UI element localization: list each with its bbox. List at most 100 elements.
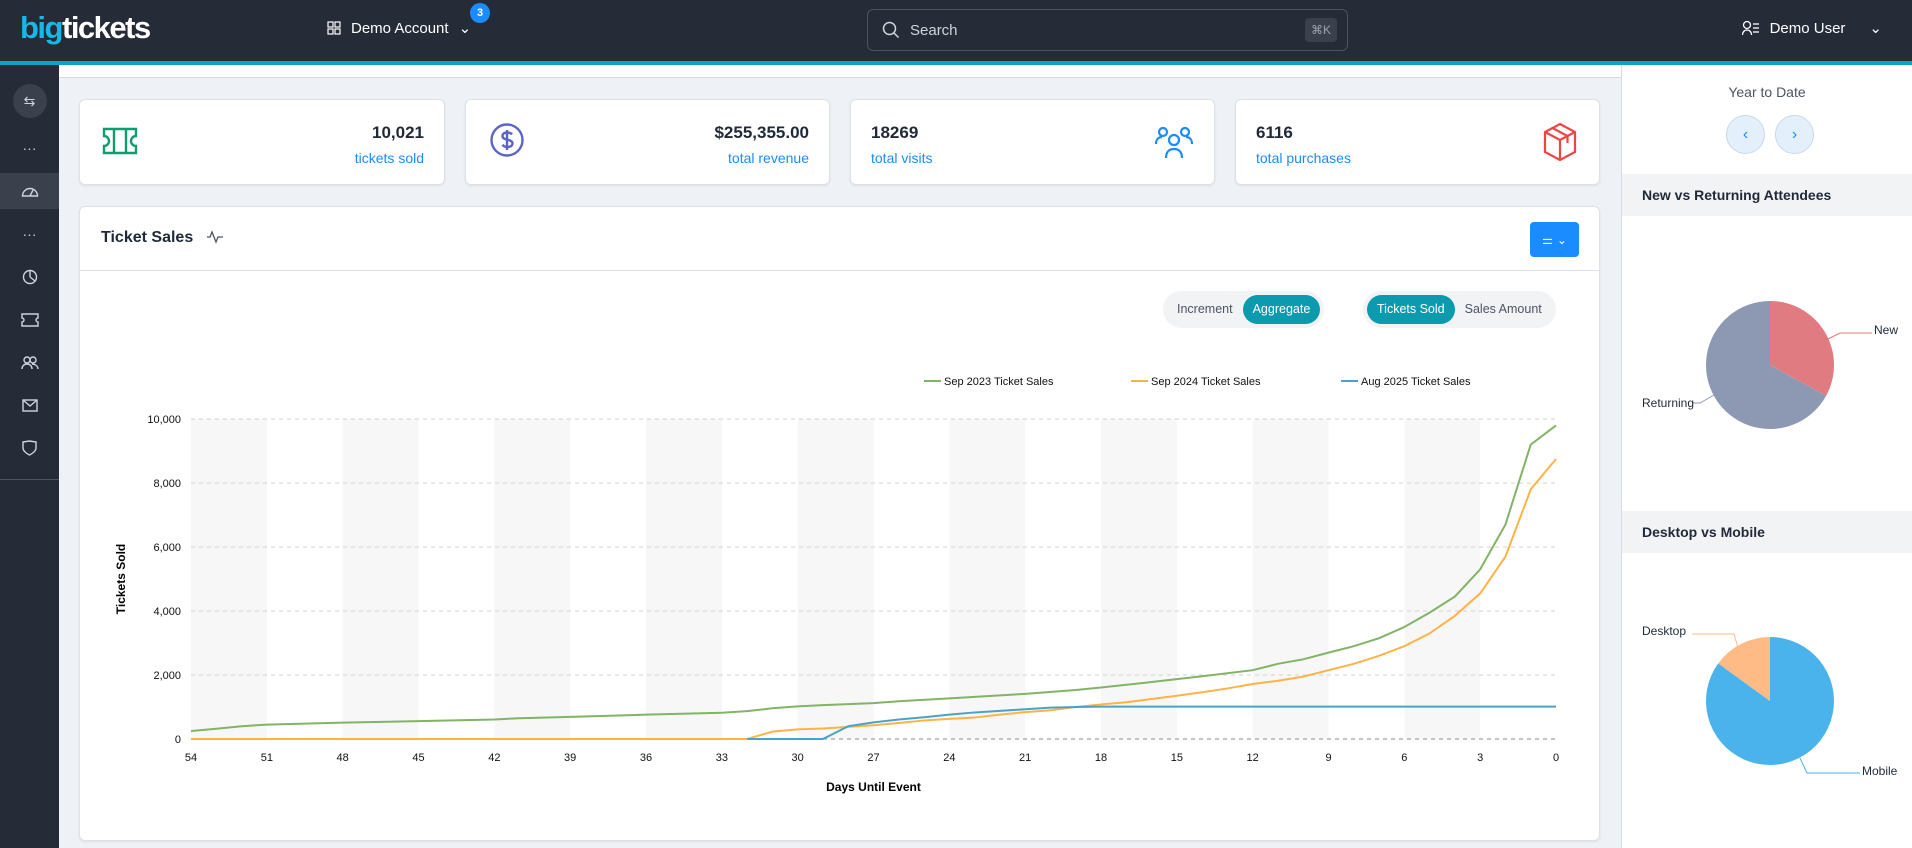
stat-label[interactable]: total revenue [728, 150, 809, 166]
sidebar-item-dashboard[interactable] [0, 173, 59, 209]
chart-band [797, 419, 874, 739]
ticket-sales-title: Ticket Sales [101, 229, 224, 247]
x-tick-label: 33 [716, 752, 728, 764]
toggle-sales-amount[interactable]: Sales Amount [1455, 295, 1552, 324]
logo[interactable]: bigtickets [20, 10, 151, 46]
ticket-icon [102, 127, 138, 155]
swap-icon: ⇆ [12, 84, 47, 118]
x-tick-label: 45 [412, 752, 424, 764]
top-strip [59, 65, 1621, 78]
x-tick-label: 12 [1247, 752, 1259, 764]
sidebar-more[interactable]: ··· [0, 216, 59, 252]
x-tick-label: 39 [564, 752, 576, 764]
activity-icon [206, 230, 223, 244]
y-tick-label: 0 [175, 734, 181, 746]
ticket-icon [20, 313, 39, 327]
mail-icon [21, 398, 38, 412]
y-axis-label: Tickets Sold [114, 544, 128, 614]
chart-band [1404, 419, 1481, 739]
legend-label: Sep 2023 Ticket Sales [944, 376, 1054, 388]
title-text: Ticket Sales [101, 229, 194, 246]
series-line [747, 705, 1556, 740]
x-tick-label: 30 [792, 752, 804, 764]
stat-value: 18269 [871, 123, 919, 142]
chevron-down-icon: ⌄ [1869, 20, 1882, 37]
stat-card-purchases: 6116 total purchases [1235, 99, 1600, 185]
stat-value: 10,021 [372, 123, 424, 142]
stat-card-visits: 18269 total visits [850, 99, 1215, 185]
x-tick-label: 36 [640, 752, 652, 764]
y-tick-label: 4,000 [153, 606, 181, 618]
users-icon [1154, 126, 1194, 159]
series-line [191, 458, 1557, 740]
x-tick-label: 54 [185, 752, 197, 764]
account-switcher[interactable]: Demo Account ⌄ [327, 19, 471, 37]
stat-label[interactable]: total visits [871, 150, 932, 166]
toggle-increment[interactable]: Increment [1167, 295, 1243, 324]
series-line [190, 424, 1557, 732]
pie-charts [1692, 301, 1872, 774]
leader-line [1692, 633, 1739, 649]
x-tick-label: 18 [1095, 752, 1107, 764]
sidebar-item-users[interactable] [0, 345, 59, 381]
leader-line [1692, 394, 1715, 404]
notification-badge[interactable]: 3 [470, 3, 490, 23]
user-name: Demo User [1769, 19, 1846, 37]
search-shortcut: ⌘K [1304, 18, 1337, 42]
users-icon [20, 356, 39, 370]
toggle-tickets-sold[interactable]: Tickets Sold [1367, 295, 1455, 324]
x-tick-label: 9 [1325, 752, 1331, 764]
metric-toggle: Tickets Sold Sales Amount [1363, 291, 1556, 328]
ticket-sales-header: Ticket Sales ⚌ ⌄ [80, 207, 1599, 271]
chart-band [646, 419, 722, 739]
sidebar-item-mail[interactable] [0, 387, 59, 423]
stat-value: 6116 [1256, 123, 1293, 142]
x-tick-label: 21 [1019, 752, 1031, 764]
search-icon [882, 21, 900, 39]
dollar-icon [490, 123, 524, 157]
sidebar-item-security[interactable] [0, 430, 59, 466]
pie-label-returning: Returning [1642, 396, 1695, 410]
logo-tickets: tickets [62, 10, 151, 45]
x-tick-label: 3 [1477, 752, 1483, 764]
chart-band [949, 419, 1026, 739]
legend-label: Aug 2025 Ticket Sales [1361, 376, 1471, 388]
chart-pie-icon [22, 269, 37, 285]
search-input[interactable]: Search ⌘K [867, 9, 1348, 51]
chart-band [342, 419, 419, 739]
search-placeholder: Search [910, 21, 958, 39]
chart-band [494, 419, 571, 739]
x-tick-label: 24 [943, 752, 955, 764]
y-tick-label: 6,000 [153, 542, 181, 554]
account-name: Demo Account [351, 19, 449, 37]
y-tick-label: 8,000 [153, 478, 181, 490]
sidebar: ⇆ ··· ··· [0, 65, 59, 848]
right-panel: Year to Date ‹ › New vs Returning Attend… [1621, 65, 1912, 848]
x-tick-label: 51 [261, 752, 273, 764]
sliders-icon: ⚌ [1542, 232, 1553, 247]
x-tick-label: 15 [1171, 752, 1183, 764]
toggle-aggregate[interactable]: Aggregate [1242, 295, 1321, 324]
pie-label-desktop: Desktop [1642, 624, 1687, 638]
x-tick-label: 48 [337, 752, 349, 764]
sidebar-item-tickets[interactable] [0, 302, 59, 338]
user-menu[interactable]: Demo User ⌄ [1741, 19, 1882, 37]
y-tick-label: 10,000 [147, 414, 181, 426]
chevron-down-icon: ⌄ [458, 20, 472, 37]
sidebar-toggle[interactable]: ⇆ [0, 83, 59, 119]
chart-band [191, 419, 267, 739]
pie-label-mobile: Mobile [1862, 764, 1898, 778]
more-icon: ··· [22, 226, 37, 242]
x-axis-label: Days Until Event [826, 780, 921, 794]
leader-line [1799, 757, 1860, 774]
stat-label[interactable]: tickets sold [355, 150, 424, 166]
y-tick-label: 2,000 [153, 670, 181, 682]
stat-label[interactable]: total purchases [1256, 150, 1351, 166]
chart-band [1252, 419, 1329, 739]
chart-options-button[interactable]: ⚌ ⌄ [1530, 222, 1579, 257]
sidebar-item-reports[interactable] [0, 259, 59, 295]
grid-icon [327, 21, 341, 35]
ticket-sales-card: Ticket Sales ⚌ ⌄ Increment Aggregate Tick… [79, 206, 1600, 841]
mode-toggle: Increment Aggregate [1163, 291, 1325, 328]
sidebar-more[interactable]: ··· [0, 130, 59, 166]
